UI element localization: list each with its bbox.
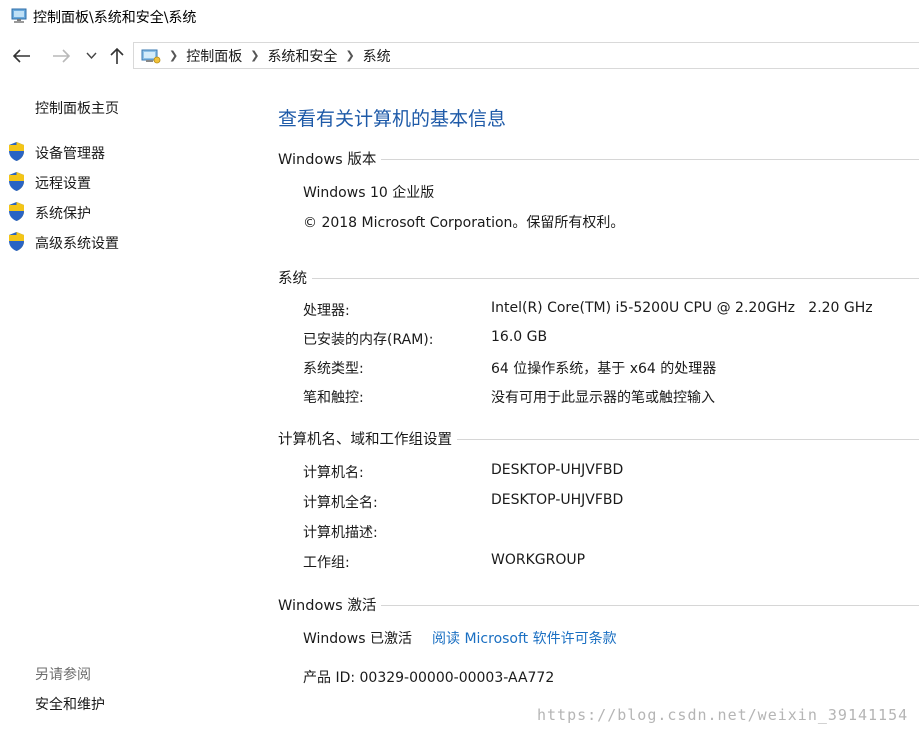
address-bar[interactable]: ❯ 控制面板 ❯ 系统和安全 ❯ 系统 <box>133 42 919 69</box>
system-type-label: 系统类型: <box>303 361 364 377</box>
divider <box>457 438 919 440</box>
title-bar: 控制面板\系统和安全\系统 <box>0 0 919 34</box>
divider <box>381 604 919 606</box>
arrow-left-icon <box>13 49 30 63</box>
full-computer-name-value: DESKTOP-UHJVFBD <box>491 492 624 508</box>
recent-locations-button[interactable] <box>82 44 100 68</box>
product-id: 产品 ID: 00329-00000-00003-AA772 <box>303 670 555 686</box>
section-system: 系统 <box>278 267 919 287</box>
divider <box>381 158 919 160</box>
ram-label: 已安装的内存(RAM): <box>303 332 434 348</box>
pen-touch-value: 没有可用于此显示器的笔或触控输入 <box>491 390 715 406</box>
control-panel-home-link[interactable]: 控制面板主页 <box>35 98 119 118</box>
see-also-heading: 另请参阅 <box>35 667 91 683</box>
chevron-down-icon <box>85 52 97 60</box>
edition-name: Windows 10 企业版 <box>303 185 435 201</box>
page-title: 查看有关计算机的基本信息 <box>278 108 507 130</box>
forward-button[interactable] <box>49 44 73 68</box>
uac-shield-icon <box>9 172 24 191</box>
arrow-up-icon <box>110 47 124 64</box>
section-heading: Windows 版本 <box>278 151 377 168</box>
section-windows-activation: Windows 激活 <box>278 594 919 614</box>
full-computer-name-label: 计算机全名: <box>303 495 378 511</box>
computer-name-value: DESKTOP-UHJVFBD <box>491 462 624 478</box>
system-type-value: 64 位操作系统，基于 x64 的处理器 <box>491 361 717 377</box>
sidebar-item-remote-settings[interactable]: 远程设置 <box>35 173 91 193</box>
computer-description-label: 计算机描述: <box>303 525 378 541</box>
arrow-right-icon <box>53 49 70 63</box>
breadcrumb-system[interactable]: 系统 <box>363 46 391 66</box>
chevron-right-icon: ❯ <box>169 49 179 62</box>
processor-label: 处理器: <box>303 303 350 319</box>
watermark: https://blog.csdn.net/weixin_39141154 <box>537 706 909 724</box>
chevron-right-icon[interactable]: ❯ <box>250 49 259 62</box>
section-windows-edition: Windows 版本 <box>278 148 919 168</box>
back-button[interactable] <box>10 44 34 68</box>
copyright-text: © 2018 Microsoft Corporation。保留所有权利。 <box>303 215 625 231</box>
chevron-right-icon[interactable]: ❯ <box>345 49 354 62</box>
uac-shield-icon <box>9 142 24 161</box>
sidebar-item-device-manager[interactable]: 设备管理器 <box>35 143 105 163</box>
section-heading: Windows 激活 <box>278 597 377 614</box>
control-panel-icon <box>141 49 161 63</box>
license-terms-link[interactable]: 阅读 Microsoft 软件许可条款 <box>432 628 617 648</box>
computer-name-label: 计算机名: <box>303 465 364 481</box>
section-heading: 系统 <box>278 270 307 287</box>
uac-shield-icon <box>9 202 24 221</box>
divider <box>312 277 919 279</box>
security-maintenance-link[interactable]: 安全和维护 <box>35 694 105 714</box>
up-button[interactable] <box>106 44 128 68</box>
sidebar-item-advanced-system-settings[interactable]: 高级系统设置 <box>35 233 119 253</box>
system-computer-icon <box>11 8 27 23</box>
breadcrumb-control-panel[interactable]: 控制面板 <box>186 46 242 66</box>
uac-shield-icon <box>9 232 24 251</box>
section-computer-name: 计算机名、域和工作组设置 <box>278 428 919 448</box>
workgroup-value: WORKGROUP <box>491 552 586 568</box>
window-title: 控制面板\系统和安全\系统 <box>33 10 197 26</box>
activation-status: Windows 已激活 <box>303 631 412 647</box>
ram-value: 16.0 GB <box>491 329 548 345</box>
workgroup-label: 工作组: <box>303 555 350 571</box>
pen-touch-label: 笔和触控: <box>303 390 364 406</box>
processor-value: Intel(R) Core(TM) i5-5200U CPU @ 2.20GHz… <box>491 300 873 316</box>
sidebar-item-system-protection[interactable]: 系统保护 <box>35 203 91 223</box>
breadcrumb-system-security[interactable]: 系统和安全 <box>267 46 337 66</box>
section-heading: 计算机名、域和工作组设置 <box>278 431 452 448</box>
